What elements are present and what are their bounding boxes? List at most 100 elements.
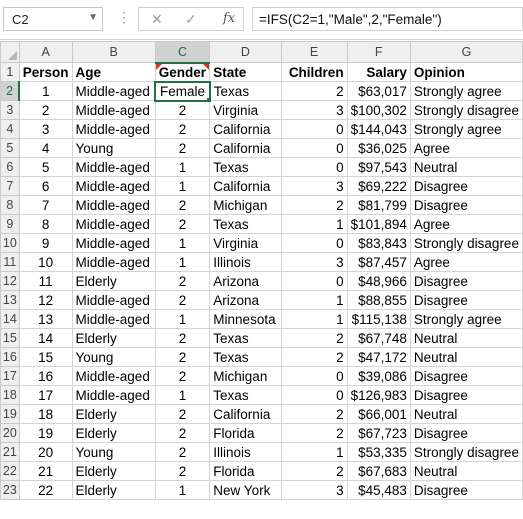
cell[interactable]: Elderly [71,461,156,481]
cell[interactable]: California [209,138,282,158]
cell[interactable]: Strongly agree [409,309,523,329]
row-header-13[interactable]: 13 [0,290,20,310]
cell[interactable]: 2 [154,328,211,348]
select-all-corner[interactable] [0,41,20,63]
drag-grip-icon[interactable]: ⋮ [117,9,131,26]
row-header-11[interactable]: 11 [0,252,20,272]
cell[interactable]: 1 [154,385,211,405]
cell[interactable]: Agree [409,138,523,158]
cell[interactable]: Middle-aged [71,214,156,234]
cell[interactable]: 2 [280,195,348,215]
cell[interactable]: 12 [18,290,73,310]
cell[interactable]: 0 [280,271,348,291]
formula-input[interactable]: =IFS(C2=1,"Male",2,"Female") [252,7,523,31]
cell[interactable]: Neutral [409,328,523,348]
cell[interactable]: 13 [18,309,73,329]
cell[interactable]: 0 [280,366,348,386]
cell[interactable]: $87,457 [346,252,411,272]
cell[interactable]: Texas [209,347,282,367]
row-header-6[interactable]: 6 [0,157,20,177]
cell[interactable]: 1 [18,81,73,101]
cell[interactable]: Florida [209,461,282,481]
cell[interactable]: Disagree [409,176,523,196]
cell[interactable]: New York [209,480,282,500]
cell[interactable]: Disagree [409,271,523,291]
cell[interactable]: 1 [154,309,211,329]
cell[interactable]: Strongly disagree [409,100,523,120]
cell[interactable]: 14 [18,328,73,348]
cell[interactable]: Middle-aged [71,366,156,386]
cell[interactable]: Neutral [409,157,523,177]
row-header-8[interactable]: 8 [0,195,20,215]
cell[interactable]: 17 [18,385,73,405]
cell[interactable]: 20 [18,442,73,462]
cell[interactable]: 6 [18,176,73,196]
cell[interactable]: Middle-aged [71,290,156,310]
cell[interactable]: $100,302 [346,100,411,120]
cell[interactable]: Disagree [409,366,523,386]
column-header-b[interactable]: B [71,41,156,63]
cell[interactable]: Texas [209,328,282,348]
column-header-g[interactable]: G [409,41,523,63]
cell[interactable]: 18 [18,404,73,424]
header-cell-salary[interactable]: Salary [346,62,411,82]
row-header-7[interactable]: 7 [0,176,20,196]
cell[interactable]: 2 [18,100,73,120]
row-header-18[interactable]: 18 [0,385,20,405]
row-header-14[interactable]: 14 [0,309,20,329]
row-header-23[interactable]: 23 [0,480,20,500]
row-header-16[interactable]: 16 [0,347,20,367]
cell[interactable]: Neutral [409,404,523,424]
cell[interactable]: Disagree [409,480,523,500]
cell[interactable]: 2 [154,119,211,139]
cell[interactable]: $97,543 [346,157,411,177]
cell[interactable]: 2 [154,366,211,386]
row-header-22[interactable]: 22 [0,461,20,481]
cell[interactable]: Illinois [209,252,282,272]
row-header-3[interactable]: 3 [0,100,20,120]
cell[interactable]: Young [71,138,156,158]
name-box[interactable]: C2 ▼ [3,7,103,31]
cell[interactable]: Texas [209,157,282,177]
cell[interactable]: 7 [18,195,73,215]
cell[interactable]: $83,843 [346,233,411,253]
cell[interactable]: Illinois [209,442,282,462]
cell[interactable]: Neutral [409,461,523,481]
cell[interactable]: $115,138 [346,309,411,329]
row-header-12[interactable]: 12 [0,271,20,291]
cell[interactable]: Middle-aged [71,252,156,272]
cell[interactable]: Middle-aged [71,176,156,196]
cell[interactable]: 2 [280,423,348,443]
cell[interactable]: Texas [209,81,282,101]
cell[interactable]: 1 [280,290,348,310]
cell[interactable]: 1 [154,480,211,500]
cell[interactable]: 9 [18,233,73,253]
cell[interactable]: $126,983 [346,385,411,405]
cell[interactable]: 11 [18,271,73,291]
cell[interactable]: $67,683 [346,461,411,481]
cell[interactable]: 2 [280,328,348,348]
cell[interactable]: Elderly [71,423,156,443]
active-cell[interactable]: Female [154,80,211,102]
cell[interactable]: Young [71,442,156,462]
cell[interactable]: Florida [209,423,282,443]
cell[interactable]: Arizona [209,271,282,291]
cell[interactable]: 1 [280,309,348,329]
cell[interactable]: Middle-aged [71,195,156,215]
cell[interactable]: $63,017 [346,81,411,101]
cell[interactable]: Middle-aged [71,233,156,253]
cell[interactable]: 4 [18,138,73,158]
header-cell-state[interactable]: State [209,62,282,82]
row-header-20[interactable]: 20 [0,423,20,443]
cell[interactable]: 2 [154,195,211,215]
cell[interactable]: Elderly [71,404,156,424]
row-header-21[interactable]: 21 [0,442,20,462]
cell[interactable]: 0 [280,385,348,405]
header-cell-opinion[interactable]: Opinion [409,62,523,82]
cell[interactable]: Arizona [209,290,282,310]
cell[interactable]: Middle-aged [71,100,156,120]
cell[interactable]: 0 [280,119,348,139]
cell[interactable]: Young [71,347,156,367]
row-header-4[interactable]: 4 [0,119,20,139]
cell[interactable]: Disagree [409,423,523,443]
